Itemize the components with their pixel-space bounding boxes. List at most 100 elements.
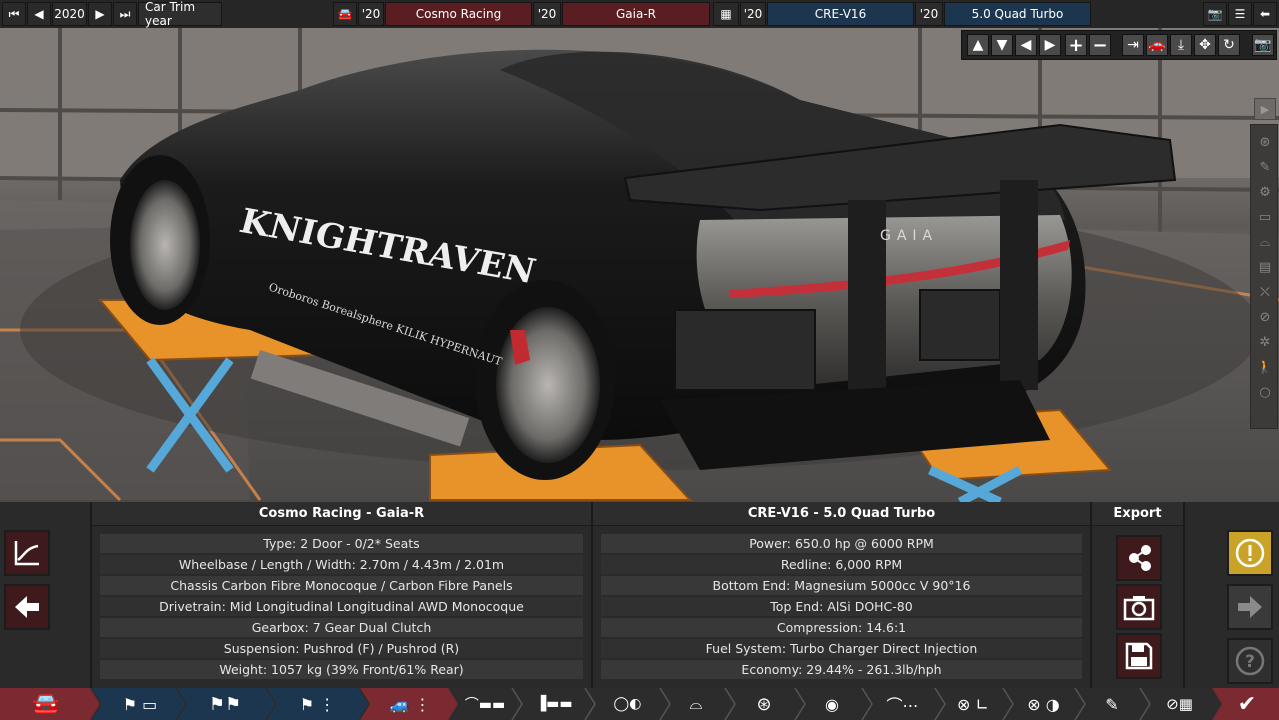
body-view-icon[interactable]: ⌓: [1255, 232, 1275, 252]
lift-view-icon[interactable]: ⛌: [1255, 282, 1275, 302]
screenshot-button[interactable]: 📷: [1203, 2, 1227, 26]
gear-view-icon[interactable]: ✲: [1255, 332, 1275, 352]
circle-view-icon[interactable]: ○: [1255, 382, 1275, 402]
suspension-icon: ⌒▬▬: [464, 697, 506, 713]
next-step-button[interactable]: [1227, 584, 1273, 630]
camera-left-button[interactable]: ◀: [1015, 34, 1037, 56]
camera-reset-button[interactable]: ⇥: [1122, 34, 1144, 56]
camera-icon: [1123, 596, 1155, 621]
year-display: 2020: [52, 2, 87, 26]
engine-info-row: Top End: AlSi DOHC-80: [601, 597, 1082, 616]
year-prev-button[interactable]: ◀: [27, 2, 51, 26]
tab-aero[interactable]: ⌒⋯: [875, 688, 930, 720]
camera-drop-button[interactable]: ⤓: [1170, 34, 1192, 56]
tab-car-model[interactable]: 🚘: [18, 688, 74, 720]
engine-view-icon[interactable]: ⚙: [1255, 182, 1275, 202]
engine-family-select[interactable]: CRE-V16: [767, 2, 914, 26]
tab-brakes[interactable]: ◉: [808, 688, 856, 720]
tab-wheels[interactable]: ⊛: [740, 688, 788, 720]
photo-mode-button[interactable]: 📷: [1252, 34, 1274, 56]
tab-paint[interactable]: ✎: [1088, 688, 1136, 720]
seat-steering-icon: ⊗ ∟: [957, 694, 989, 714]
family-year: '20: [533, 2, 561, 26]
car-icon: 🚘: [337, 7, 353, 21]
camera-rotate-button[interactable]: ↻: [1218, 34, 1240, 56]
model-trim-select[interactable]: Gaia-R: [562, 2, 710, 26]
engine-info-row: Fuel System: Turbo Charger Direct Inject…: [601, 639, 1082, 658]
tab-engine-variant[interactable]: ⚑ ⋮: [290, 688, 345, 720]
rotate-icon: ↻: [1223, 37, 1235, 53]
engine-info-row: Power: 650.0 hp @ 6000 RPM: [601, 534, 1082, 553]
warning-icon: [1235, 538, 1265, 568]
zoom-in-button[interactable]: +: [1065, 34, 1087, 56]
back-button[interactable]: ⬅: [1253, 2, 1277, 26]
camera-orbit-button[interactable]: ✥: [1194, 34, 1216, 56]
tab-interior[interactable]: ⊗ ∟: [948, 688, 998, 720]
engine-info-title: CRE-V16 - 5.0 Quad Turbo: [593, 502, 1090, 526]
no-parts-icon[interactable]: ⊘: [1255, 307, 1275, 327]
engine-info-panel: CRE-V16 - 5.0 Quad Turbo Power: 650.0 hp…: [593, 502, 1092, 688]
year-last-button[interactable]: ⏭: [113, 2, 137, 26]
export-title: Export: [1092, 502, 1183, 526]
share-button[interactable]: [1116, 535, 1162, 581]
menu-button[interactable]: ☰: [1228, 2, 1252, 26]
tab-finish[interactable]: ✔: [1222, 688, 1272, 720]
arrow-left-icon: ⬅: [1259, 7, 1271, 21]
person-icon[interactable]: 🚶: [1255, 357, 1275, 377]
orbit-icon: ✥: [1199, 37, 1211, 53]
arrow-left-icon: [15, 596, 39, 618]
paint-icon: ✎: [1105, 694, 1119, 714]
export-photo-button[interactable]: [1116, 584, 1162, 630]
body-headlight-icon: ◯◐: [613, 696, 642, 712]
arrow-left-icon: ◀: [1020, 37, 1032, 53]
engine-icon-button[interactable]: ▦: [713, 2, 739, 26]
paint-view-icon[interactable]: ✎: [1255, 157, 1275, 177]
wheel-view-icon[interactable]: ⊛: [1255, 132, 1275, 152]
view-options-sidebar: ⊛ ✎ ⚙ ▭ ⌓ ▤ ⛌ ⊘ ✲ 🚶 ○: [1250, 124, 1278, 429]
skip-back-icon: ⏮: [8, 6, 20, 21]
tab-engine-family[interactable]: ⚑⚑: [200, 688, 250, 720]
play-icon: ▶: [1260, 102, 1270, 116]
camera-right-button[interactable]: ▶: [1039, 34, 1061, 56]
svg-text:?: ?: [1245, 652, 1255, 672]
sidebar-toggle-button[interactable]: ▶: [1254, 98, 1276, 120]
car-info-panel: Cosmo Racing - Gaia-R Type: 2 Door - 0/2…: [92, 502, 593, 688]
prev-icon: ◀: [34, 7, 44, 21]
tab-drivetrain[interactable]: ▐▬▬: [528, 688, 580, 720]
help-button[interactable]: ?: [1227, 638, 1273, 684]
radiator-view-icon[interactable]: ▤: [1255, 257, 1275, 277]
car-info-row: Weight: 1057 kg (39% Front/61% Rear): [100, 660, 583, 679]
car-viewport[interactable]: KNIGHTRAVEN Oroboros Borealsphere KILIK …: [0, 0, 1279, 502]
year-first-button[interactable]: ⏮: [2, 2, 26, 26]
tab-model-info[interactable]: ⚑ ▭: [110, 688, 170, 720]
drivetrain-icon: ▐▬▬: [535, 696, 573, 712]
camera-car-button[interactable]: 🚗: [1146, 34, 1168, 56]
year-next-button[interactable]: ▶: [88, 2, 112, 26]
engine-variant-select[interactable]: 5.0 Quad Turbo: [944, 2, 1091, 26]
save-button[interactable]: [1116, 633, 1162, 679]
camera-down-button[interactable]: ▼: [991, 34, 1013, 56]
previous-step-button[interactable]: [4, 584, 50, 630]
camera-up-button[interactable]: ▲: [967, 34, 989, 56]
chassis-view-icon[interactable]: ▭: [1255, 207, 1275, 227]
skip-forward-icon: ⏭: [119, 6, 131, 21]
tab-safety[interactable]: ⊗ ◑: [1016, 688, 1071, 720]
plus-icon: +: [1068, 34, 1084, 56]
graph-button[interactable]: [4, 530, 50, 576]
garage-scene: KNIGHTRAVEN Oroboros Borealsphere KILIK …: [0, 28, 1279, 502]
car-info-row: Type: 2 Door - 0/2* Seats: [100, 534, 583, 553]
tab-body[interactable]: ◯◐: [600, 688, 655, 720]
zoom-out-button[interactable]: −: [1089, 34, 1111, 56]
warnings-button[interactable]: [1227, 530, 1273, 576]
tab-fixtures[interactable]: ⌓: [672, 688, 720, 720]
tab-testing[interactable]: ⊘▦: [1152, 688, 1207, 720]
model-family-select[interactable]: Cosmo Racing: [385, 2, 532, 26]
fan-icon: ⌓: [689, 694, 703, 713]
engine-info-row: Economy: 29.44% - 261.3lb/hph: [601, 660, 1082, 679]
tab-chassis[interactable]: 🚙 ⋮: [380, 688, 440, 720]
brake-icon: ◉: [825, 694, 839, 714]
design-stage-tabs: 🚘 ⚑ ▭ ⚑⚑ ⚑ ⋮ 🚙 ⋮ ⌒▬▬ ▐▬▬ ◯◐ ⌓ ⊛ ◉ ⌒⋯ ⊗ ∟…: [0, 688, 1279, 720]
car-model-icon-button[interactable]: 🚘: [333, 2, 357, 26]
tab-suspension[interactable]: ⌒▬▬: [460, 688, 510, 720]
engine-year: '20: [740, 2, 766, 26]
